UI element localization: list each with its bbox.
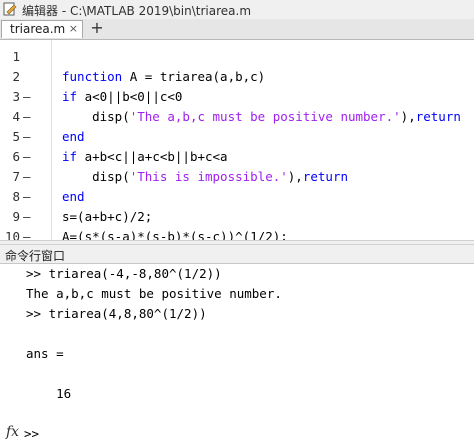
code-line[interactable]: 9— s=(a+b+c)/2; xyxy=(0,207,474,227)
code-token: disp( xyxy=(62,109,130,124)
code-text: s=(a+b+c)/2; xyxy=(62,207,152,227)
code-line[interactable]: 4— disp('The a,b,c must be positive numb… xyxy=(0,107,474,127)
line-number: 3 xyxy=(12,89,20,104)
breakpoint-marker[interactable]: — xyxy=(23,167,31,187)
command-line: >> triarea(-4,-8,80^(1/2)) xyxy=(26,266,222,281)
keyword-token: if xyxy=(62,149,78,164)
code-editor[interactable]: 1 2 function A = triarea(a,b,c) 3— if a<0||b… xyxy=(0,40,474,244)
code-line[interactable]: 1 xyxy=(0,47,474,67)
tab-label: triarea.m xyxy=(10,22,66,36)
tab-triarea[interactable]: triarea.m × xyxy=(1,20,83,38)
code-text: function A = triarea(a,b,c) xyxy=(62,67,265,87)
line-number: 7 xyxy=(12,169,20,184)
string-token: 'This is impossible.' xyxy=(129,169,288,184)
breakpoint-marker[interactable]: — xyxy=(23,187,31,207)
line-number: 9 xyxy=(12,209,20,224)
keyword-token: return xyxy=(415,109,461,124)
line-number: 6 xyxy=(12,149,20,164)
code-text: end xyxy=(62,127,85,147)
line-number: 2 xyxy=(12,69,20,84)
close-icon[interactable]: × xyxy=(69,22,78,35)
keyword-token: end xyxy=(62,129,85,144)
code-token: ), xyxy=(287,169,303,184)
line-number: 8 xyxy=(12,189,20,204)
breakpoint-marker[interactable]: — xyxy=(23,107,31,127)
code-token: a+b<c||a+c<b||b+c<a xyxy=(77,149,228,164)
fx-icon[interactable]: fx xyxy=(6,424,19,440)
command-prompt[interactable]: >> xyxy=(24,426,39,441)
code-token: A = triarea(a,b,c) xyxy=(122,69,266,84)
code-line[interactable]: 5— end xyxy=(0,127,474,147)
editor-icon xyxy=(3,2,17,16)
code-token: disp( xyxy=(62,169,130,184)
window-title: 编辑器 - C:\MATLAB 2019\bin\triarea.m xyxy=(22,4,252,18)
command-output: ans = xyxy=(26,346,64,361)
code-line[interactable]: 3— if a<0||b<0||c<0 xyxy=(0,87,474,107)
code-line[interactable]: 7— disp('This is impossible.'),return xyxy=(0,167,474,187)
command-window-header: 命令行窗口 xyxy=(0,245,474,264)
command-window[interactable]: >> triarea(-4,-8,80^(1/2)) The a,b,c mus… xyxy=(0,264,474,448)
string-token: 'The a,b,c must be positive number.' xyxy=(129,109,401,124)
keyword-token: return xyxy=(302,169,348,184)
add-tab-button[interactable]: + xyxy=(86,20,108,38)
command-line: >> triarea(4,8,80^(1/2)) xyxy=(26,306,207,321)
keyword-token: if xyxy=(62,89,78,104)
code-text: disp('This is impossible.'),return xyxy=(62,167,348,187)
breakpoint-marker[interactable]: — xyxy=(23,87,31,107)
command-output: 16 xyxy=(26,386,72,401)
breakpoint-marker[interactable]: — xyxy=(23,207,31,227)
code-token: ), xyxy=(400,109,416,124)
line-number: 5 xyxy=(12,129,20,144)
breakpoint-marker[interactable]: — xyxy=(23,127,31,147)
keyword-token: end xyxy=(62,189,85,204)
line-number: 4 xyxy=(12,109,20,124)
command-output: The a,b,c must be positive number. xyxy=(26,286,282,301)
code-token: a<0||b<0||c<0 xyxy=(77,89,183,104)
code-text: disp('The a,b,c must be positive number.… xyxy=(62,107,461,127)
command-window-title: 命令行窗口 xyxy=(5,249,66,263)
keyword-token: function xyxy=(62,69,123,84)
breakpoint-marker[interactable]: — xyxy=(23,147,31,167)
code-text: if a+b<c||a+c<b||b+c<a xyxy=(62,147,228,167)
code-token: s=(a+b+c)/2; xyxy=(62,209,153,224)
code-line[interactable]: 2 function A = triarea(a,b,c) xyxy=(0,67,474,87)
code-line[interactable]: 6— if a+b<c||a+c<b||b+c<a xyxy=(0,147,474,167)
tab-bar: triarea.m × + xyxy=(0,19,474,40)
code-line[interactable]: 8— end xyxy=(0,187,474,207)
code-text: end xyxy=(62,187,85,207)
line-number: 1 xyxy=(12,49,20,64)
code-text: if a<0||b<0||c<0 xyxy=(62,87,182,107)
title-bar: 编辑器 - C:\MATLAB 2019\bin\triarea.m xyxy=(0,0,474,20)
